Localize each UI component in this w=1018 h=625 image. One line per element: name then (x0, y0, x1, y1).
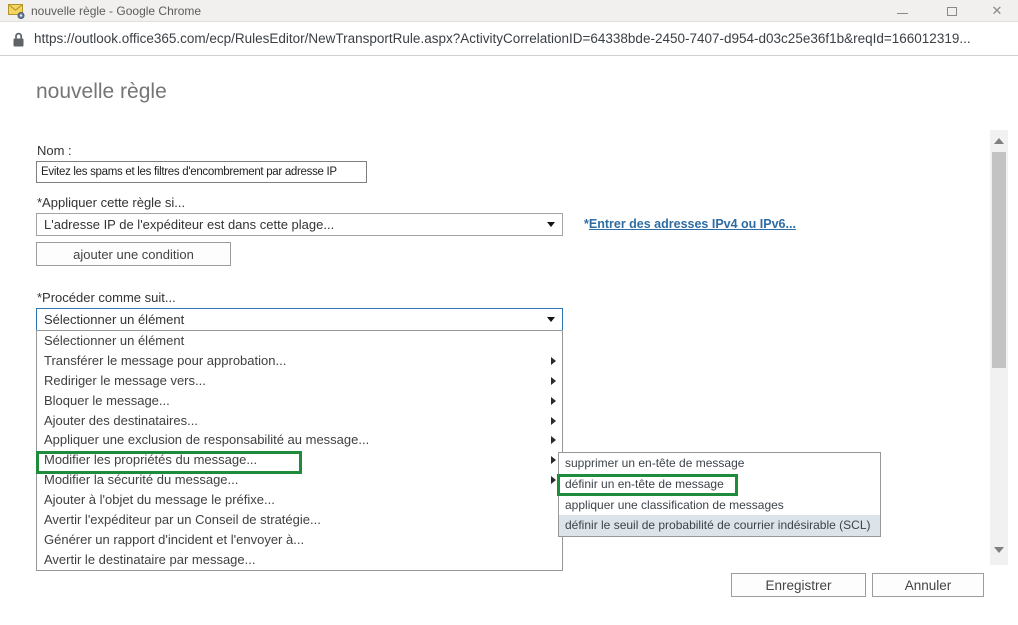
action-menu-item[interactable]: Avertir l'expéditeur par un Conseil de s… (37, 510, 562, 530)
action-menu-item[interactable]: Transférer le message pour approbation..… (37, 351, 562, 371)
action-menu-item[interactable]: Avertir le destinataire par message... (37, 550, 562, 570)
action-menu-item-label: Modifier la sécurité du message... (44, 472, 238, 487)
action-label: *Procéder comme suit... (37, 290, 176, 305)
action-menu-item-label: Ajouter à l'objet du message le préfixe.… (44, 492, 275, 507)
modify-properties-submenu: supprimer un en-tête de message définir … (558, 452, 881, 537)
action-menu-item-label: Avertir l'expéditeur par un Conseil de s… (44, 512, 321, 527)
action-menu-item-label: Avertir le destinataire par message... (44, 552, 255, 567)
action-dropdown-menu: Sélectionner un élément Transférer le me… (36, 330, 563, 571)
cancel-button[interactable]: Annuler (872, 573, 984, 597)
name-label: Nom : (37, 143, 72, 158)
action-menu-item[interactable]: Générer un rapport d'incident et l'envoy… (37, 530, 562, 550)
action-selected-value: Sélectionner un élément (44, 312, 184, 327)
dropdown-arrow-icon (547, 317, 555, 322)
action-menu-item-label: Générer un rapport d'incident et l'envoy… (44, 532, 304, 547)
action-menu-item[interactable]: Modifier les propriétés du message... (37, 450, 562, 470)
browser-window: nouvelle règle - Google Chrome ✕ https:/… (0, 0, 1018, 625)
submenu-arrow-icon (551, 476, 556, 484)
maximize-icon (947, 7, 957, 16)
action-menu-item[interactable]: Appliquer une exclusion de responsabilit… (37, 430, 562, 450)
submenu-item[interactable]: définir un en-tête de message (559, 474, 880, 495)
scroll-down-icon[interactable] (994, 547, 1004, 553)
add-condition-button[interactable]: ajouter une condition (36, 242, 231, 266)
submenu-arrow-icon (551, 377, 556, 385)
submenu-item[interactable]: définir le seuil de probabilité de courr… (559, 515, 880, 536)
window-title: nouvelle règle - Google Chrome (31, 4, 201, 18)
minimize-icon (897, 13, 908, 14)
action-menu-item-label: Bloquer le message... (44, 393, 170, 408)
minimize-button[interactable] (889, 0, 915, 22)
url-text[interactable]: https://outlook.office365.com/ecp/RulesE… (34, 31, 971, 46)
action-menu-item[interactable]: Rediriger le message vers... (37, 371, 562, 391)
scroll-up-icon[interactable] (994, 138, 1004, 144)
submenu-item-label: définir le seuil de probabilité de courr… (565, 518, 871, 532)
action-menu-item-label: Transférer le message pour approbation..… (44, 353, 286, 368)
submenu-item-label: appliquer une classification de messages (565, 498, 784, 512)
submenu-arrow-icon (551, 357, 556, 365)
condition-selected-value: L'adresse IP de l'expéditeur est dans ce… (44, 217, 334, 232)
action-menu-item[interactable]: Ajouter à l'objet du message le préfixe.… (37, 490, 562, 510)
action-menu-item[interactable]: Sélectionner un élément (37, 331, 562, 351)
action-menu-item[interactable]: Ajouter des destinataires... (37, 411, 562, 431)
submenu-arrow-icon (551, 456, 556, 464)
close-button[interactable]: ✕ (984, 0, 1010, 22)
submenu-arrow-icon (551, 436, 556, 444)
submenu-item[interactable]: supprimer un en-tête de message (559, 453, 880, 474)
action-menu-item-label: Rediriger le message vers... (44, 373, 206, 388)
page-title: nouvelle règle (36, 80, 167, 104)
action-menu-item-label: Modifier les propriétés du message... (44, 452, 257, 467)
submenu-item[interactable]: appliquer une classification de messages (559, 495, 880, 516)
condition-label: *Appliquer cette règle si... (37, 195, 185, 210)
rule-name-input[interactable] (36, 161, 367, 183)
exchange-mail-gear-icon (8, 4, 25, 24)
action-select[interactable]: Sélectionner un élément (36, 308, 563, 331)
maximize-button[interactable] (939, 0, 965, 22)
vertical-scrollbar[interactable] (990, 130, 1008, 565)
save-button[interactable]: Enregistrer (731, 573, 866, 597)
url-bar: https://outlook.office365.com/ecp/RulesE… (0, 23, 1018, 56)
action-menu-item-label: Sélectionner un élément (44, 333, 184, 348)
lock-icon[interactable] (12, 32, 25, 53)
condition-select[interactable]: L'adresse IP de l'expéditeur est dans ce… (36, 213, 563, 236)
titlebar: nouvelle règle - Google Chrome ✕ (0, 0, 1018, 22)
dropdown-arrow-icon (547, 222, 555, 227)
submenu-arrow-icon (551, 417, 556, 425)
link-text[interactable]: Entrer des adresses IPv4 ou IPv6... (589, 217, 796, 231)
action-menu-item[interactable]: Bloquer le message... (37, 391, 562, 411)
action-menu-item-label: Appliquer une exclusion de responsabilit… (44, 432, 369, 447)
submenu-arrow-icon (551, 397, 556, 405)
enter-ip-addresses-link[interactable]: *Entrer des adresses IPv4 ou IPv6... (584, 217, 796, 231)
action-menu-item-label: Ajouter des destinataires... (44, 413, 198, 428)
action-menu-item[interactable]: Modifier la sécurité du message... (37, 470, 562, 490)
submenu-item-label: supprimer un en-tête de message (565, 456, 744, 470)
submenu-item-label: définir un en-tête de message (565, 477, 724, 491)
scrollbar-thumb[interactable] (992, 152, 1006, 368)
